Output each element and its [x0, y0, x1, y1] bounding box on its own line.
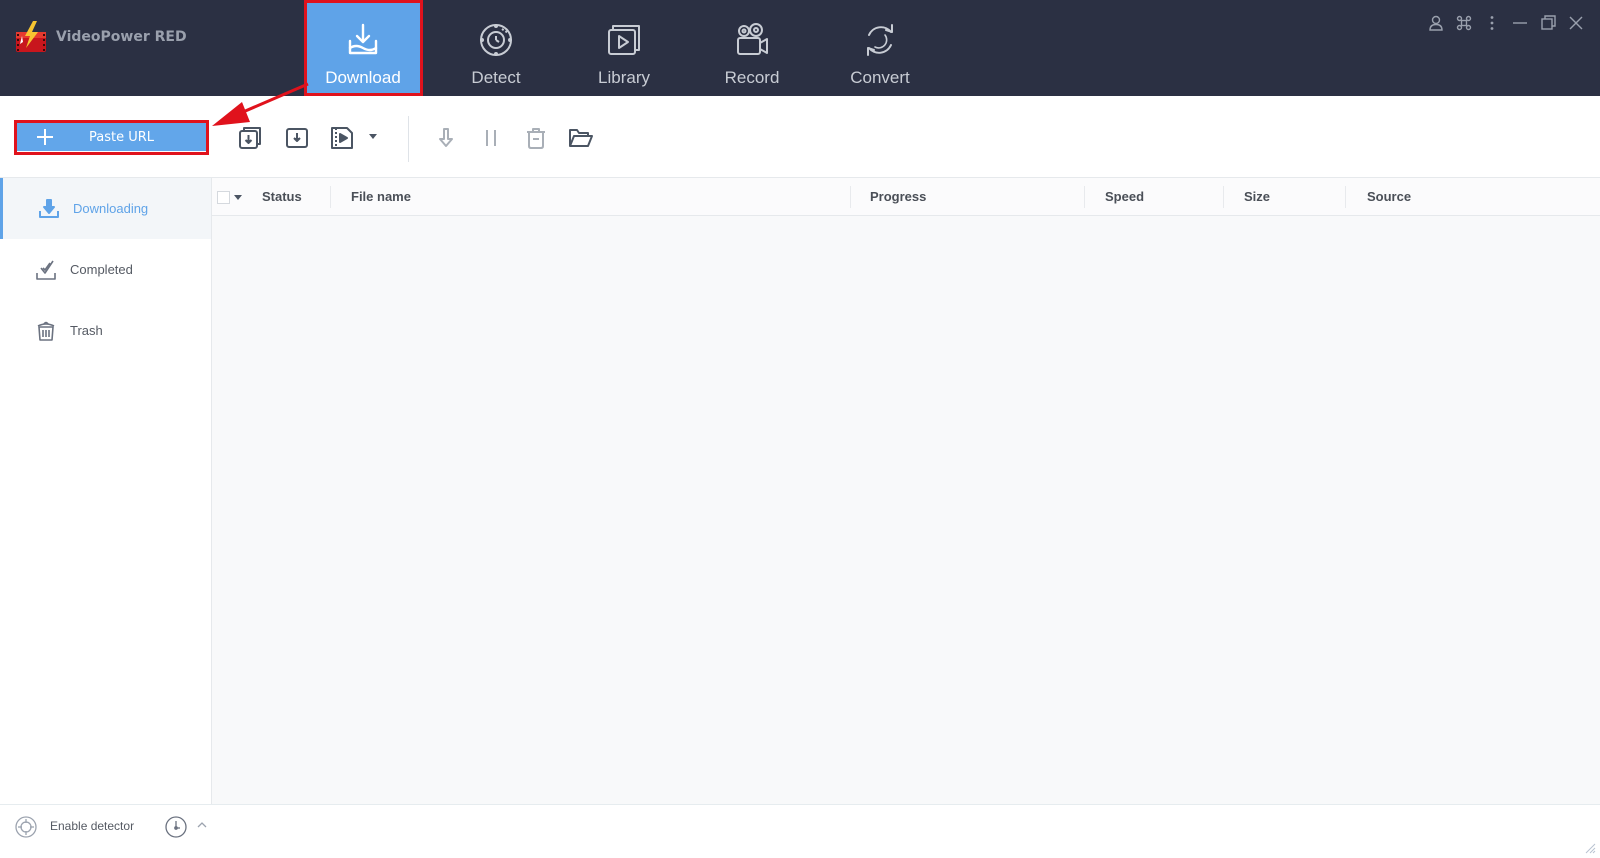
video-file-button[interactable] [328, 124, 356, 152]
brand: VideoPower RED [14, 20, 187, 54]
restore-icon [1541, 15, 1556, 30]
trash-icon [37, 321, 55, 341]
column-progress[interactable]: Progress [870, 178, 926, 216]
downloading-icon [39, 198, 59, 218]
table-header: Status File name Progress Speed Size Sou… [212, 178, 1600, 216]
window-controls [1422, 10, 1590, 36]
enable-detector-toggle[interactable]: Enable detector [50, 819, 134, 833]
download-button[interactable] [283, 124, 311, 152]
batch-download-button[interactable] [236, 124, 264, 152]
main-nav: Download Detect Library Record Convert [304, 0, 944, 96]
sidebar-item-trash[interactable]: Trash [0, 300, 211, 361]
sidebar-item-completed[interactable]: Completed [0, 239, 211, 300]
sidebar-item-label: Trash [70, 323, 103, 338]
status-bar: Enable detector [0, 804, 1600, 858]
nav-convert-label: Convert [850, 68, 910, 87]
delete-icon [527, 128, 545, 149]
column-speed[interactable]: Speed [1105, 178, 1144, 216]
column-separator [1345, 186, 1346, 208]
download-icon [286, 128, 308, 148]
minimize-button[interactable] [1506, 10, 1534, 36]
column-file-name[interactable]: File name [351, 178, 411, 216]
delete-button[interactable] [522, 124, 550, 152]
toolbar-separator [408, 116, 409, 162]
download-table: Status File name Progress Speed Size Sou… [212, 178, 1600, 804]
pause-button[interactable] [477, 124, 505, 152]
schedule-clock-icon[interactable] [164, 815, 188, 839]
nav-record[interactable]: Record [688, 0, 816, 96]
video-camera-icon [737, 23, 768, 55]
column-size[interactable]: Size [1244, 178, 1270, 216]
more-button[interactable] [1478, 10, 1506, 36]
convert-cycle-icon [867, 24, 893, 56]
download-tray-icon [348, 23, 378, 55]
more-vertical-icon [1490, 16, 1494, 30]
select-all-checkbox[interactable] [217, 191, 230, 204]
detect-target-icon [480, 24, 512, 56]
minimize-icon [1513, 22, 1527, 24]
top-bar: VideoPower RED Download Detect Library R… [0, 0, 1600, 96]
sidebar-item-label: Downloading [73, 201, 149, 216]
user-icon [1429, 15, 1443, 31]
chevron-up-icon[interactable] [196, 819, 208, 831]
video-file-icon [331, 127, 353, 149]
column-separator [1084, 186, 1085, 208]
open-folder-icon [569, 129, 593, 147]
command-icon [1456, 15, 1472, 31]
app-window: VideoPower RED Download Detect Library R… [0, 0, 1600, 858]
detector-icon[interactable] [14, 815, 38, 839]
open-folder-button[interactable] [566, 124, 594, 152]
column-status[interactable]: Status [262, 178, 302, 216]
resume-button[interactable] [432, 124, 460, 152]
nav-library-label: Library [598, 68, 650, 87]
library-play-icon [608, 25, 640, 55]
column-separator [330, 186, 331, 208]
completed-check-icon [36, 260, 56, 280]
nav-convert[interactable]: Convert [816, 0, 944, 96]
nav-record-label: Record [724, 68, 780, 87]
app-title: VideoPower RED [56, 29, 187, 45]
column-source[interactable]: Source [1367, 178, 1411, 216]
user-button[interactable] [1422, 10, 1450, 36]
restore-button[interactable] [1534, 10, 1562, 36]
nav-detect-label: Detect [471, 68, 521, 87]
column-separator [850, 186, 851, 208]
paste-url-button[interactable]: Paste URL [17, 123, 206, 151]
column-separator [1223, 186, 1224, 208]
sidebar-item-label: Completed [70, 262, 133, 277]
close-button[interactable] [1562, 10, 1590, 36]
resize-grip-icon[interactable] [1584, 842, 1596, 854]
select-dropdown-caret-icon[interactable] [234, 195, 242, 200]
pause-icon [486, 130, 496, 146]
batch-download-icon [239, 127, 261, 149]
paste-url-label: Paste URL [88, 129, 154, 145]
app-logo-icon [16, 21, 46, 52]
nav-download[interactable]: Download [304, 0, 422, 96]
sidebar: Downloading Completed Trash [0, 178, 212, 804]
command-button[interactable] [1450, 10, 1478, 36]
close-icon [1569, 16, 1583, 30]
nav-library[interactable]: Library [560, 0, 688, 96]
nav-detect[interactable]: Detect [432, 0, 560, 96]
sidebar-item-downloading[interactable]: Downloading [0, 178, 211, 239]
nav-download-label: Download [325, 68, 401, 87]
resume-icon [439, 128, 453, 147]
dropdown-caret-icon[interactable] [369, 134, 377, 139]
